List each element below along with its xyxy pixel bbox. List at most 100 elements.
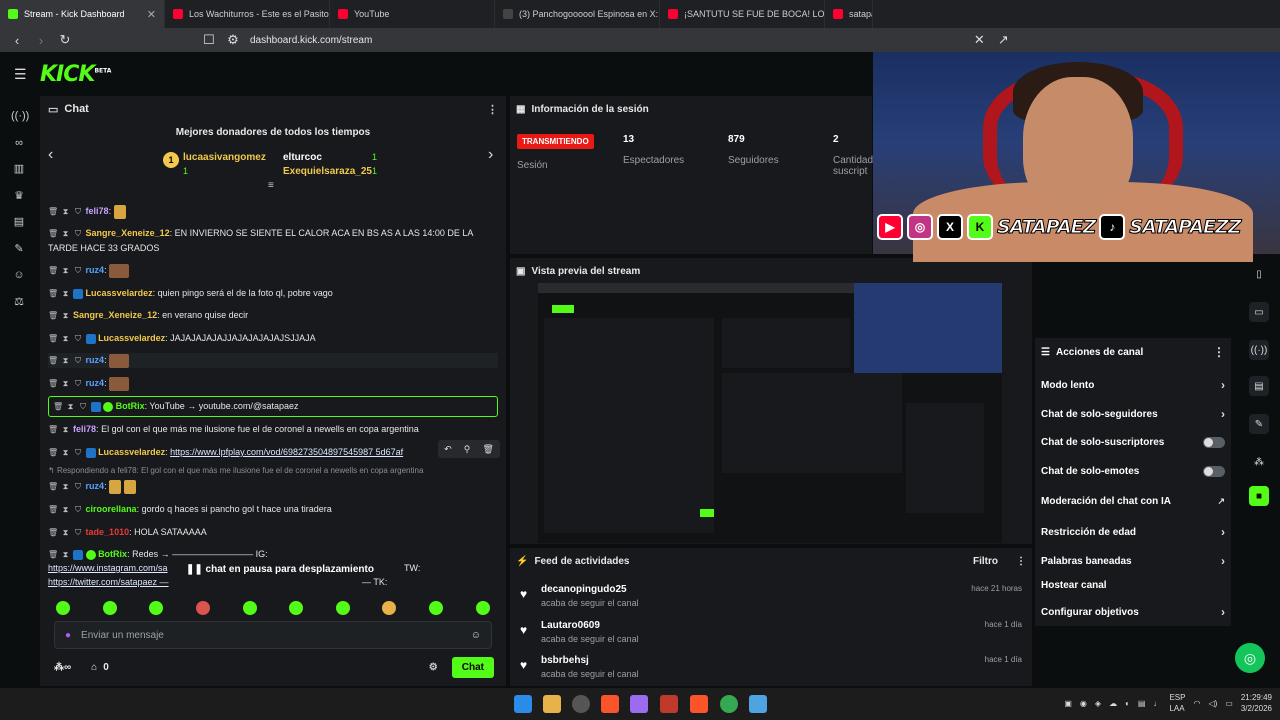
brave-icon[interactable] — [690, 695, 708, 713]
username[interactable]: feli78 — [86, 206, 109, 216]
trash-icon[interactable]: 🗑 — [48, 205, 58, 219]
trash-icon[interactable]: 🗑 — [48, 548, 58, 562]
subs-only-toggle[interactable] — [1203, 437, 1225, 448]
analytics-icon[interactable]: ▥ — [11, 161, 27, 177]
message-link[interactable]: https://twitter.com/satapaez — — [48, 577, 169, 587]
chat-message[interactable]: 🗑 ⧗ ⛉ ruz4: — [48, 353, 498, 368]
brave-icon[interactable] — [601, 695, 619, 713]
username[interactable]: ruz4 — [86, 355, 105, 365]
username[interactable]: feli78 — [73, 424, 96, 434]
more-options-icon[interactable]: ⋮ — [1016, 556, 1026, 567]
users-icon[interactable]: ☺ — [11, 267, 27, 283]
tray-icon[interactable]: ◉ — [1080, 699, 1087, 708]
emote-button[interactable] — [429, 601, 444, 615]
username[interactable]: Lucassvelardez — [98, 447, 165, 457]
action-ai-moderation[interactable]: Moderación del chat con IA ↗ — [1041, 496, 1225, 507]
more-options-icon[interactable]: ⋮ — [487, 103, 498, 116]
trash-icon[interactable]: 🗑 — [48, 309, 58, 323]
support-icon[interactable]: ◎ — [1235, 643, 1265, 673]
trash-icon[interactable]: 🗑 — [48, 503, 58, 517]
chat-input[interactable]: ● Enviar un mensaje ☺ — [54, 621, 492, 649]
clipboard-icon[interactable]: ▯ — [1249, 264, 1269, 284]
share-icon[interactable]: ↗ — [996, 32, 1010, 48]
chat-message[interactable]: 🗑 ⧗ ⛉ ruz4: — [48, 479, 498, 494]
timeout-icon[interactable]: ⧗ — [61, 377, 71, 391]
action-subs-only[interactable]: Chat de solo-suscriptores — [1041, 437, 1225, 448]
shield-icon[interactable]: ⛉ — [73, 480, 83, 494]
bookmark-icon[interactable]: ☐ — [202, 32, 216, 48]
tray-icon[interactable]: ☁ — [1109, 699, 1117, 708]
tab-youtube[interactable]: YouTube — [330, 0, 495, 28]
trash-icon[interactable]: 🗑 — [48, 423, 58, 437]
emoji-icon[interactable]: ☺ — [471, 630, 481, 641]
clock[interactable]: 21:29:49 3/2/2026 — [1241, 692, 1272, 714]
language-indicator[interactable]: ESP LAA — [1169, 692, 1185, 714]
site-info-icon[interactable]: ⚙ — [226, 32, 240, 48]
username[interactable]: BotRix — [116, 401, 145, 411]
action-configure-goals[interactable]: Configurar objetivos › — [1041, 605, 1225, 619]
emotes-only-toggle[interactable] — [1203, 466, 1225, 477]
more-options-icon[interactable]: ⋮ — [1213, 345, 1225, 359]
reply-icon[interactable]: ↶ — [444, 444, 452, 455]
tab-x-post[interactable]: (3) Panchogoooool Espinosa en X: "C — [495, 0, 660, 28]
activity-user[interactable]: Lautaro0609 — [541, 620, 600, 631]
chat-settings-icon[interactable]: ⚙ — [429, 662, 438, 673]
mute-icon[interactable]: ✕ — [972, 32, 986, 48]
emote-button[interactable] — [56, 601, 71, 615]
points-icon[interactable]: ⁂∞ — [54, 662, 71, 673]
trash-icon[interactable]: 🗑 — [48, 332, 58, 346]
chat-message[interactable]: 🗑 ⧗ feli78: El gol con el que más me ilu… — [48, 422, 498, 437]
tab-kick-dashboard[interactable]: Stream - Kick Dashboard ✕ — [0, 0, 165, 28]
link-icon[interactable]: ∞ — [11, 135, 27, 151]
notepad-icon[interactable] — [749, 695, 767, 713]
wrench-icon[interactable]: ✎ — [1249, 414, 1269, 434]
timeout-icon[interactable]: ⧗ — [61, 332, 71, 346]
chat-message[interactable]: 🗑 ⧗ Sangre_Xeneize_12: en verano quise d… — [48, 308, 498, 323]
chat-message[interactable]: 🗑 ⧗ ⛉ tade_1010: HOLA SATAAAAA — [48, 525, 498, 540]
trash-icon[interactable]: 🗑 — [48, 354, 58, 368]
tray-icon[interactable]: ◐ — [1125, 699, 1130, 708]
donor-name[interactable]: elturcoc — [283, 152, 322, 163]
prev-icon[interactable]: ‹ — [48, 146, 53, 164]
shield-icon[interactable]: ⛉ — [73, 227, 83, 241]
wrench-icon[interactable]: ✎ — [11, 241, 27, 257]
timeout-icon[interactable]: ⧗ — [61, 423, 71, 437]
shield-icon[interactable]: ⛉ — [73, 205, 83, 219]
chat-icon[interactable]: ▭ — [1249, 302, 1269, 322]
username[interactable]: ciroorellana — [86, 504, 137, 514]
message-link[interactable]: https://www.instagram.com/sa — [48, 563, 168, 573]
chat-paused-banner[interactable]: ❚❚ chat en pausa para desplazamiento — [180, 564, 380, 575]
activity-item[interactable]: ♥ bsbrbehsj acaba de seguir el canal hac… — [520, 655, 1022, 687]
tab-wachiturros[interactable]: Los Wachiturros - Este es el Pasito - Y — [165, 0, 330, 28]
stream-icon[interactable]: ((·)) — [11, 108, 29, 124]
chat-message[interactable]: 🗑 ⧗ ⛉ Lucassvelardez: JAJAJAJAJAJJAJAJAJ… — [48, 331, 498, 346]
chat-message[interactable]: 🗑 ⧗ ⛉ ciroorellana: gordo q haces si pan… — [48, 502, 498, 517]
username[interactable]: ruz4 — [86, 265, 105, 275]
mic-icon[interactable]: ● — [65, 630, 71, 641]
reply-context[interactable]: ↰ Respondiendo a feli78: El gol con el q… — [48, 464, 498, 478]
username[interactable]: Lucassvelardez — [86, 288, 153, 298]
broadcast-icon[interactable]: ((·)) — [1249, 340, 1269, 360]
url-text[interactable]: dashboard.kick.com/stream — [250, 35, 372, 46]
settings-sliders-icon[interactable]: ⚖ — [11, 294, 27, 310]
activity-item[interactable]: ♥ decanopingudo25 acaba de seguir el can… — [520, 584, 1022, 616]
storage-icon[interactable]: ▤ — [1249, 376, 1269, 396]
layout-icon[interactable]: ▤ — [11, 214, 27, 230]
timeout-icon[interactable]: ⧗ — [61, 548, 71, 562]
username[interactable]: Lucassvelardez — [98, 333, 165, 343]
pin-icon[interactable]: ⚲ — [464, 444, 471, 455]
shield-icon[interactable]: ⛉ — [73, 332, 83, 346]
emote-button[interactable] — [196, 601, 211, 615]
timeout-icon[interactable]: ⧗ — [61, 227, 71, 241]
trash-icon[interactable]: 🗑 — [48, 526, 58, 540]
menu-icon[interactable]: ☰ — [14, 66, 28, 83]
trophy-icon[interactable]: ♛ — [11, 188, 27, 204]
timeout-icon[interactable]: ⧗ — [61, 205, 71, 219]
app-icon[interactable] — [660, 695, 678, 713]
tray-icon[interactable]: ▤ — [1138, 699, 1146, 708]
puzzle-icon[interactable]: ■ — [1249, 486, 1269, 506]
timeout-icon[interactable]: ⧗ — [61, 354, 71, 368]
timeout-icon[interactable]: ⧗ — [61, 480, 71, 494]
shield-icon[interactable]: ⛉ — [73, 446, 83, 460]
donor-name[interactable]: lucaasivangomez — [183, 152, 266, 163]
